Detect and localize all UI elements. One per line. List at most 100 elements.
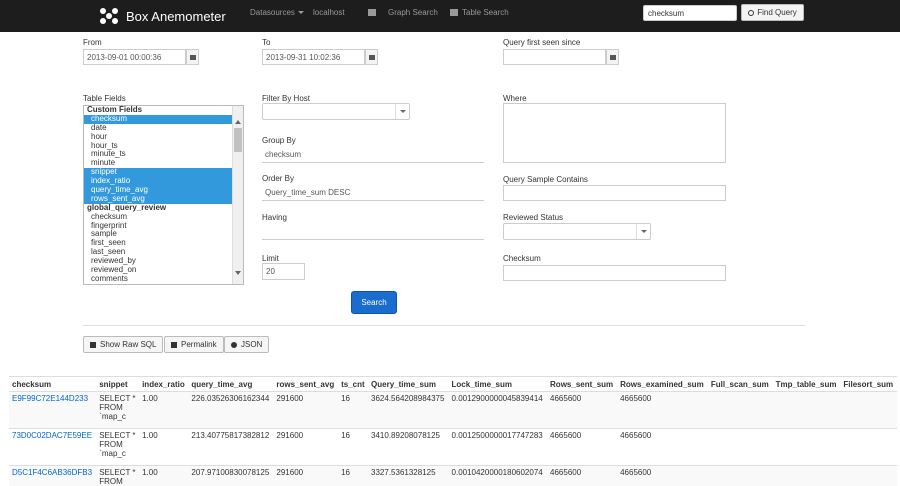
cell-value: 226.03526306162344 bbox=[191, 394, 270, 403]
table-cell bbox=[772, 391, 841, 429]
cell-value: 16 bbox=[341, 394, 350, 403]
table-cell bbox=[772, 428, 841, 466]
to-input[interactable]: 2013-09-31 10:02:36 bbox=[262, 49, 365, 65]
filter-host-select[interactable] bbox=[262, 103, 410, 120]
graph-search-link[interactable]: Graph Search bbox=[368, 8, 438, 17]
cell-value: 1.00 bbox=[142, 394, 158, 403]
scroll-down-icon[interactable] bbox=[235, 271, 241, 275]
sample-contains-input[interactable] bbox=[503, 185, 726, 201]
field-option[interactable]: checksum bbox=[84, 114, 243, 124]
show-raw-sql-button[interactable]: Show Raw SQL bbox=[83, 336, 164, 353]
table-fields-select[interactable]: Custom Fields checksum date hour hour_ts minu… bbox=[83, 105, 244, 285]
find-query-button[interactable]: Find Query bbox=[741, 4, 804, 21]
column-header[interactable]: Rows_sent_sum bbox=[547, 376, 618, 392]
having-input[interactable] bbox=[262, 224, 484, 240]
first-seen-calendar-button[interactable] bbox=[606, 49, 619, 65]
limit-input[interactable]: 20 bbox=[262, 263, 305, 280]
permalink-button[interactable]: Permalink bbox=[164, 336, 224, 353]
cell-value: SELECT * FROM bbox=[99, 468, 136, 486]
table-cell: SELECT * FROM `map_c bbox=[96, 428, 140, 466]
cell-value: 207.97100830078125 bbox=[191, 468, 270, 477]
table-cell: SELECT * FROM `map_c bbox=[96, 391, 140, 429]
where-textarea[interactable] bbox=[503, 103, 726, 163]
cell-value: 0.0010420000180602074 bbox=[451, 468, 543, 477]
table-cell: 3410.89208078125 bbox=[368, 428, 449, 466]
column-header[interactable]: checksum bbox=[9, 376, 97, 392]
group-by-input[interactable]: checksum bbox=[262, 147, 484, 163]
table-body: E9F99C72E144D233 SELECT * FROM `map_c 1.00… bbox=[9, 391, 897, 486]
gear-icon bbox=[231, 341, 237, 348]
host-link[interactable]: localhost bbox=[313, 8, 345, 17]
cell-value: 3410.89208078125 bbox=[371, 431, 440, 440]
table-cell bbox=[707, 465, 773, 486]
search-button[interactable]: Search bbox=[351, 291, 397, 314]
json-button[interactable]: JSON bbox=[224, 336, 270, 353]
column-header[interactable]: Rows_examined_sum bbox=[617, 376, 708, 392]
table-cell: 16 bbox=[338, 428, 369, 466]
from-calendar-button[interactable] bbox=[186, 49, 199, 65]
table-cell: SELECT * FROM bbox=[96, 465, 140, 486]
field-option[interactable]: date bbox=[84, 123, 243, 133]
group-by-label: Group By bbox=[262, 136, 296, 145]
table-cell bbox=[840, 391, 897, 429]
column-header[interactable]: snippet bbox=[96, 376, 140, 392]
cell-value: 0.0012500000017747283 bbox=[451, 431, 543, 440]
to-label: To bbox=[262, 38, 271, 47]
table-cell bbox=[707, 428, 773, 466]
cell-value: 291600 bbox=[276, 394, 304, 403]
where-label: Where bbox=[503, 94, 527, 103]
chart-icon bbox=[368, 9, 376, 16]
order-by-input[interactable]: Query_time_sum DESC bbox=[262, 185, 484, 201]
checksum-link[interactable]: 73D0C02DAC7E59EE bbox=[12, 431, 92, 440]
cell-value: 4665600 bbox=[550, 431, 582, 440]
checksum-input[interactable] bbox=[503, 265, 726, 281]
checksum-link[interactable]: D5C1F4C6AB36DFB3 bbox=[12, 468, 92, 477]
cell-value: SELECT * FROM `map_c bbox=[99, 431, 136, 458]
table-cell: 291600 bbox=[273, 391, 339, 429]
scroll-up-icon[interactable] bbox=[235, 120, 241, 124]
column-header[interactable]: Query_time_sum bbox=[368, 376, 449, 392]
search-icon bbox=[748, 9, 755, 16]
column-header[interactable]: Filesort_sum bbox=[840, 376, 897, 392]
divider bbox=[83, 325, 805, 326]
cell-value: 3624.564208984375 bbox=[371, 394, 445, 403]
table-cell: 213.40775817382812 bbox=[188, 428, 274, 466]
checksum-link[interactable]: E9F99C72E144D233 bbox=[12, 394, 88, 403]
brand[interactable]: Box Anemometer bbox=[100, 6, 226, 26]
cell-value: 4665600 bbox=[620, 394, 652, 403]
table-search-link[interactable]: Table Search bbox=[450, 8, 509, 17]
chevron-down-icon bbox=[395, 104, 409, 119]
column-header[interactable]: query_time_avg bbox=[188, 376, 274, 392]
reviewed-status-select[interactable] bbox=[503, 223, 651, 240]
column-header[interactable]: Full_scan_sum bbox=[707, 376, 773, 392]
table-cell: 1.00 bbox=[139, 391, 189, 429]
table-cell: 73D0C02DAC7E59EE bbox=[9, 428, 97, 466]
column-header[interactable]: ts_cnt bbox=[338, 376, 369, 392]
cell-value: 291600 bbox=[276, 468, 304, 477]
calendar-icon bbox=[189, 54, 196, 60]
table-cell: 207.97100830078125 bbox=[188, 465, 274, 486]
column-header[interactable]: index_ratio bbox=[139, 376, 189, 392]
datasources-dropdown[interactable]: Datasources bbox=[250, 8, 304, 17]
fields-scrollbar[interactable] bbox=[232, 106, 243, 284]
first-seen-label: Query first seen since bbox=[503, 38, 581, 47]
field-option[interactable]: comments bbox=[84, 274, 243, 284]
to-calendar-button[interactable] bbox=[365, 49, 378, 65]
chevron-down-icon bbox=[636, 224, 650, 239]
scroll-thumb[interactable] bbox=[234, 128, 242, 152]
field-options: Custom Fields checksum date hour hour_ts minu… bbox=[84, 106, 243, 284]
column-header[interactable]: Lock_time_sum bbox=[448, 376, 548, 392]
column-header[interactable]: Tmp_table_sum bbox=[772, 376, 841, 392]
cell-value: 4665600 bbox=[620, 468, 652, 477]
first-seen-input[interactable] bbox=[503, 49, 606, 65]
checksum-label: Checksum bbox=[503, 254, 541, 263]
from-input[interactable]: 2013-09-01 00:00:36 bbox=[83, 49, 186, 65]
table-cell: 16 bbox=[338, 465, 369, 486]
nav-search-input[interactable] bbox=[643, 5, 737, 21]
table-cell: 3624.564208984375 bbox=[368, 391, 449, 429]
table-row: D5C1F4C6AB36DFB3 SELECT * FROM 1.00 207.971… bbox=[9, 465, 897, 486]
table-cell bbox=[707, 391, 773, 429]
table-cell: 0.0012500000017747283 bbox=[448, 428, 548, 466]
table-icon bbox=[450, 9, 458, 16]
column-header[interactable]: rows_sent_avg bbox=[273, 376, 339, 392]
